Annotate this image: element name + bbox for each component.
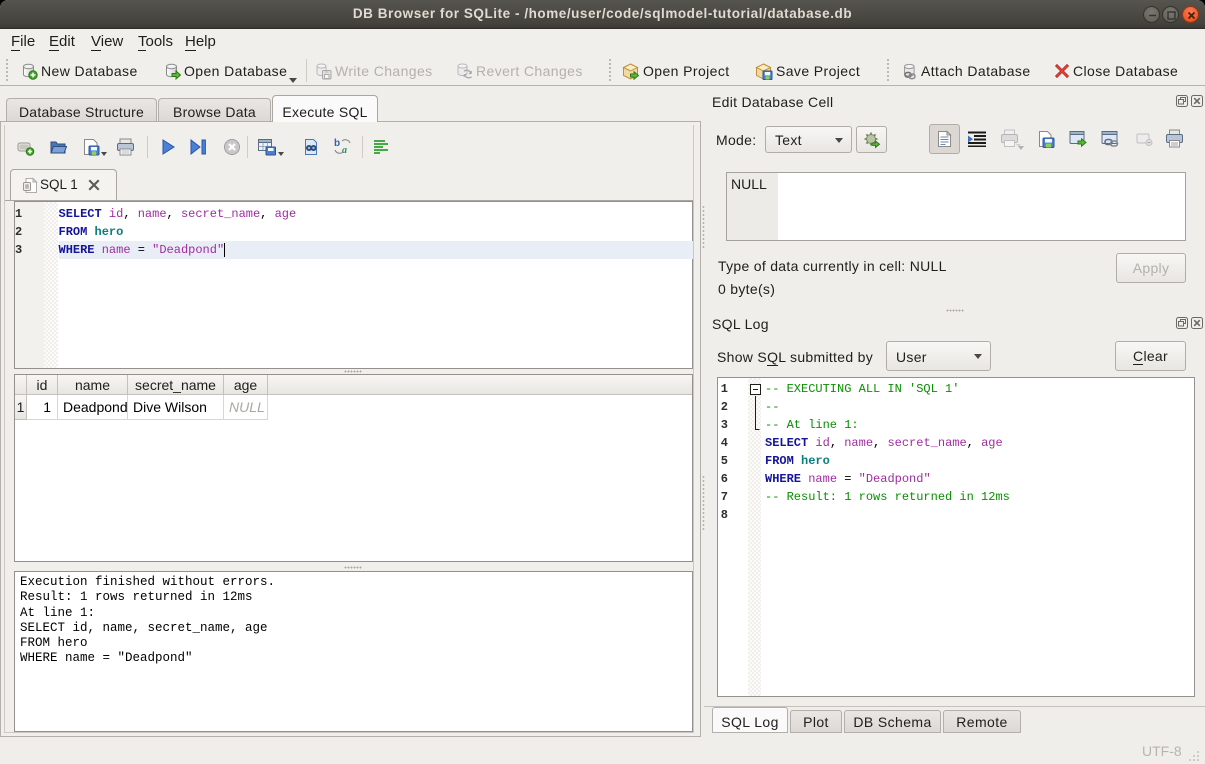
svg-text:a: a — [342, 145, 347, 156]
svg-text:b: b — [334, 138, 340, 149]
